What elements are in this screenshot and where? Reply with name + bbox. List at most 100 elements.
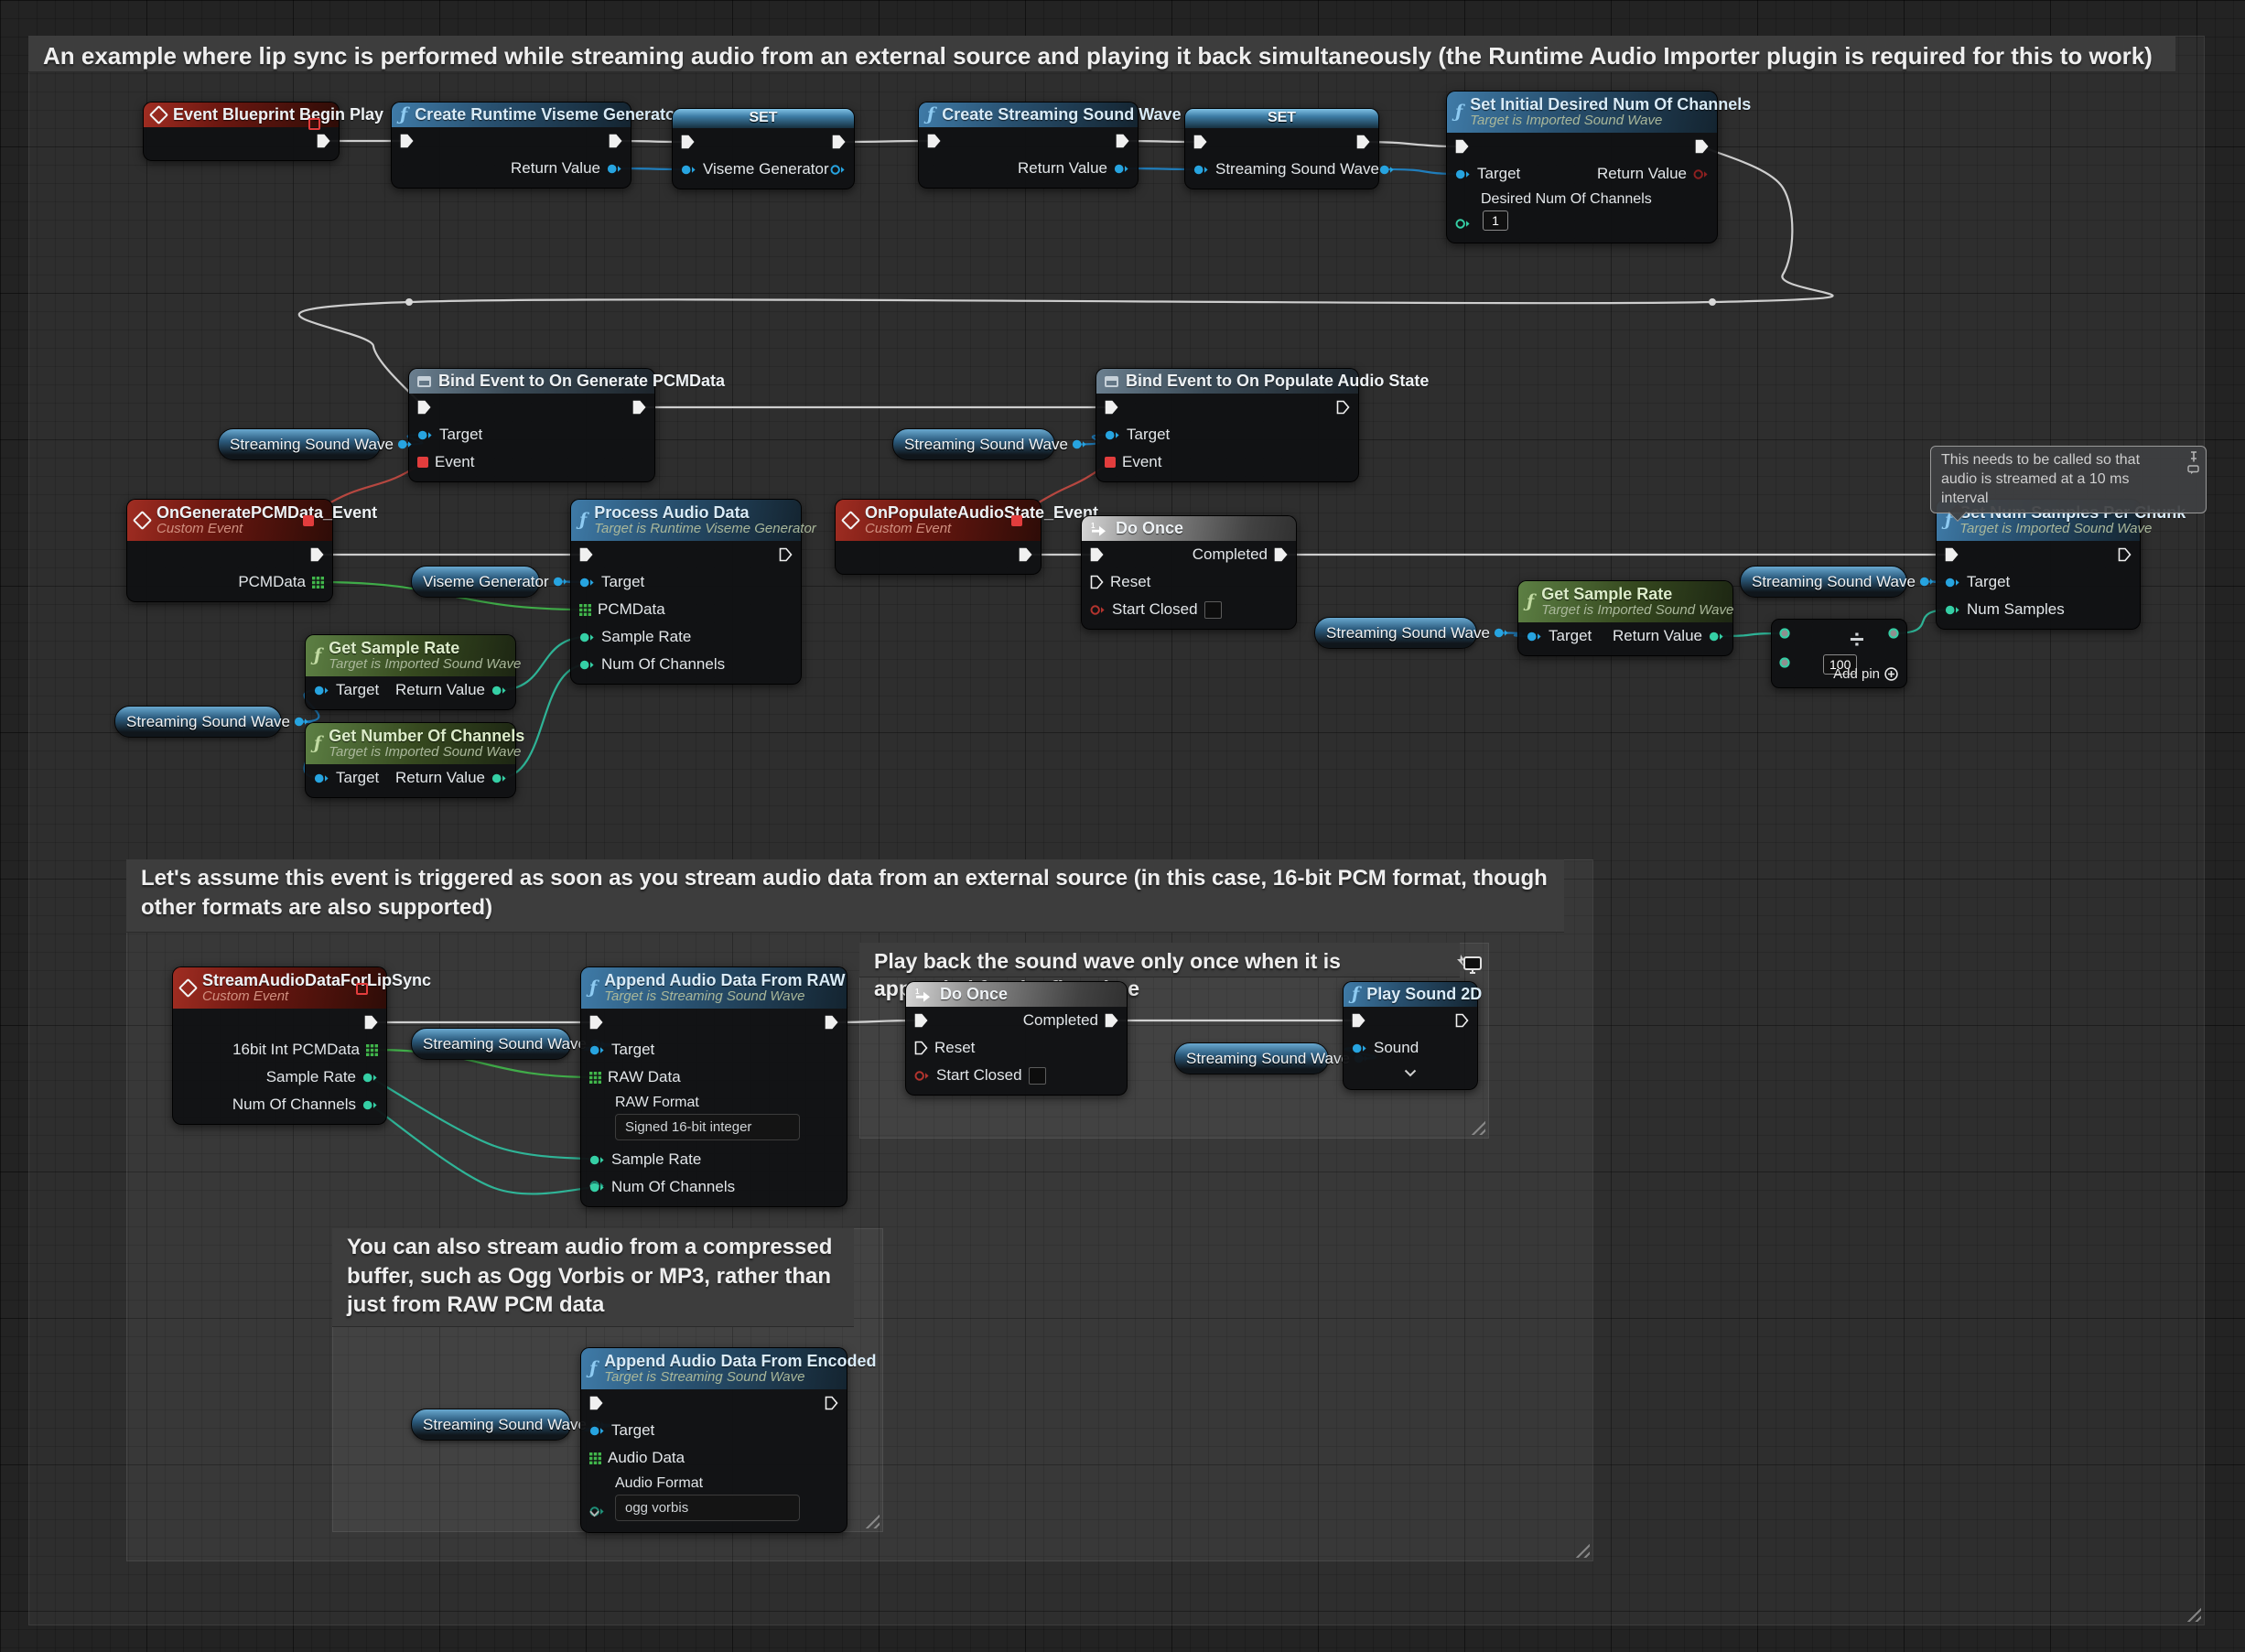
divide-node[interactable]: 100÷Add pin [1771, 619, 1907, 688]
var-pin[interactable] [1193, 164, 1209, 176]
numch-pin[interactable] [362, 1099, 378, 1111]
add-pin-button[interactable]: Add pin [1833, 666, 1898, 682]
target-pin[interactable] [589, 1044, 605, 1056]
set-num-samples-per-chunk-node[interactable]: ƒSet Num Samples Per ChunkTarget is Impo… [1936, 499, 2141, 630]
in-pin[interactable] [400, 134, 414, 148]
startclosed-pin[interactable] [1090, 604, 1106, 616]
pin-icon[interactable] [2188, 451, 2199, 462]
set-streaming-sound-wave-node[interactable]: SETStreaming Sound Wave [1184, 108, 1379, 189]
pcmdata-pin[interactable] [579, 604, 591, 616]
out-pin[interactable] [317, 134, 330, 148]
create-streaming-sound-wave-node[interactable]: ƒCreate Streaming Sound WaveReturn Value [918, 102, 1139, 189]
out-pin[interactable] [609, 134, 622, 148]
sound-pin[interactable] [1352, 1042, 1367, 1054]
get-sample-rate-node[interactable]: ƒGet Sample RateTarget is Imported Sound… [1517, 580, 1733, 656]
in-pin[interactable] [927, 134, 941, 148]
blueprint-graph-canvas[interactable]: An example where lip sync is performed w… [0, 0, 2245, 1652]
out-pin[interactable] [1116, 134, 1129, 148]
in-pin[interactable] [1090, 547, 1104, 562]
in-pin[interactable] [579, 547, 593, 562]
in-pin[interactable] [589, 1015, 603, 1030]
target-pin[interactable] [314, 772, 329, 784]
audiodata-pin[interactable] [589, 1452, 601, 1464]
out-pin[interactable] [310, 547, 324, 562]
chevron-down-icon[interactable] [1404, 1069, 1417, 1077]
rv-pin[interactable] [491, 772, 507, 784]
target-pin[interactable] [1527, 631, 1542, 642]
stream-audio-data-for-lip-sync-node[interactable]: StreamAudioDataForLipSyncCustom Event16b… [172, 966, 387, 1125]
target-pin[interactable] [1455, 168, 1471, 180]
streaming-sound-wave-getter[interactable]: Streaming Sound Wave [411, 1409, 571, 1441]
samplerate-pin[interactable] [589, 1154, 605, 1166]
target-pin[interactable] [314, 685, 329, 696]
pcm-pin[interactable] [366, 1044, 378, 1056]
streaming-sound-wave-getter[interactable]: Streaming Sound Wave [1314, 617, 1477, 649]
var-pin[interactable] [681, 164, 696, 176]
in-pin[interactable] [1455, 139, 1469, 154]
out-pin[interactable] [294, 716, 309, 728]
in-pin[interactable] [914, 1013, 928, 1028]
rawdata-pin[interactable] [589, 1072, 601, 1084]
numch-pin[interactable] [589, 1182, 605, 1193]
out-pin[interactable] [1887, 627, 1900, 640]
in-pin[interactable] [1105, 400, 1118, 415]
set-viseme-generator-node[interactable]: SETViseme Generator [672, 108, 855, 189]
event-blueprint-begin-play-node[interactable]: Event Blueprint Begin Play [143, 102, 340, 161]
out-pin[interactable] [397, 438, 413, 450]
startclosed-pin[interactable] [914, 1070, 930, 1082]
on-generate-pcmdata-event-node[interactable]: OnGeneratePCMData_EventCustom EventPCMDa… [126, 499, 333, 602]
event-pin[interactable] [417, 457, 428, 468]
streaming-sound-wave-getter[interactable]: Streaming Sound Wave [1174, 1042, 1329, 1074]
completed-pin[interactable] [1105, 1013, 1118, 1028]
do-once-node[interactable]: 1Do OnceCompletedResetStart Closed [1081, 515, 1297, 630]
out-pin[interactable] [1336, 400, 1350, 415]
samplerate-pin[interactable] [579, 632, 595, 643]
streaming-sound-wave-getter[interactable]: Streaming Sound Wave [114, 706, 282, 738]
out-pin[interactable] [1494, 627, 1509, 639]
startclosed-checkbox[interactable] [1029, 1067, 1046, 1085]
out-pin[interactable] [1072, 438, 1087, 450]
in-pin[interactable] [417, 400, 431, 415]
target-pin[interactable] [1105, 429, 1120, 441]
viseme-generator-getter[interactable]: Viseme Generator [411, 566, 540, 598]
num-value-field[interactable]: 1 [1483, 211, 1508, 231]
out-pin[interactable] [1356, 135, 1370, 149]
in-pin[interactable] [1193, 135, 1207, 149]
event-pin[interactable] [1105, 457, 1116, 468]
samplerate-pin[interactable] [362, 1072, 378, 1084]
target-pin[interactable] [1945, 577, 1960, 588]
rv-pin[interactable] [607, 163, 622, 175]
rv-pin[interactable] [1693, 168, 1709, 180]
get-sample-rate-node[interactable]: ƒGet Sample RateTarget is Imported Sound… [305, 634, 516, 710]
create-runtime-viseme-generator-node[interactable]: ƒCreate Runtime Viseme GeneratorReturn V… [391, 102, 631, 189]
reset-pin[interactable] [914, 1041, 928, 1055]
do-once-node[interactable]: 1Do OnceCompletedResetStart Closed [905, 981, 1128, 1096]
startclosed-checkbox[interactable] [1204, 601, 1222, 619]
target-pin[interactable] [417, 429, 433, 441]
reset-pin[interactable] [1090, 575, 1104, 589]
bind-event-to-on-populate-audio-state-node[interactable]: Bind Event to On Populate Audio StateTar… [1096, 368, 1359, 482]
comment-play-once-header[interactable]: Play back the sound wave only once when … [859, 943, 1460, 977]
out-pin[interactable] [364, 1015, 378, 1030]
in-pin[interactable] [681, 135, 695, 149]
out-pin[interactable] [632, 400, 646, 415]
completed-pin[interactable] [1274, 547, 1288, 562]
out-pin[interactable] [1455, 1013, 1469, 1028]
comment-compressed-buffer-header[interactable]: You can also stream audio from a compres… [332, 1228, 854, 1327]
varout-pin[interactable] [1379, 164, 1395, 176]
bind-event-to-on-generate-pcmdata-node[interactable]: Bind Event to On Generate PCMDataTargetE… [408, 368, 655, 482]
target-pin[interactable] [589, 1425, 605, 1437]
pcmdata-pin[interactable] [312, 577, 324, 588]
process-audio-data-node[interactable]: ƒProcess Audio DataTarget is Runtime Vis… [570, 499, 802, 685]
out-pin[interactable] [825, 1396, 838, 1410]
out-pin[interactable] [2118, 547, 2132, 562]
append-audio-data-from-encoded-node[interactable]: ƒAppend Audio Data From EncodedTarget is… [580, 1347, 847, 1533]
streaming-sound-wave-getter[interactable]: Streaming Sound Wave [1740, 566, 1907, 598]
on-populate-audio-state-event-node[interactable]: OnPopulateAudioState_EventCustom Event [835, 499, 1042, 575]
get-number-of-channels-node[interactable]: ƒGet Number Of ChannelsTarget is Importe… [305, 722, 516, 798]
out-pin[interactable] [779, 547, 793, 562]
a-pin[interactable] [1778, 627, 1791, 640]
rv-pin[interactable] [1709, 631, 1724, 642]
out-pin[interactable] [825, 1015, 838, 1030]
comment-bubble-icon[interactable] [2187, 465, 2199, 475]
